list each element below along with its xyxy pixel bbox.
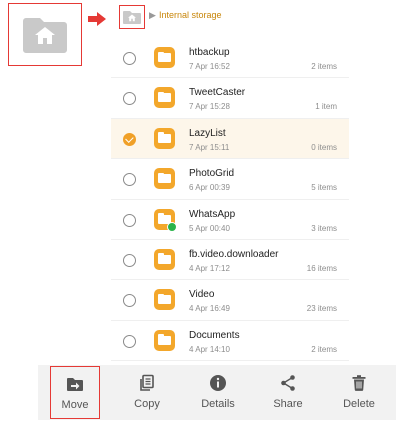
folder-date: 4 Apr 16:49: [189, 304, 230, 314]
breadcrumb-home-button[interactable]: [119, 5, 145, 29]
folder-name: fb.video.downloader: [189, 248, 279, 260]
folder-count: 5 items: [311, 183, 337, 193]
info-icon: [210, 375, 226, 391]
folder-name: htbackup: [189, 47, 230, 58]
chevron-right-icon: ▶: [149, 10, 156, 20]
list-item[interactable]: WhatsApp 5 Apr 00:40 3 items: [111, 200, 349, 240]
breadcrumb: ▶ Internal storage: [111, 0, 349, 34]
folder-name: PhotoGrid: [189, 168, 235, 180]
list-item[interactable]: fb.video.downloader 4 Apr 17:12 16 items: [111, 240, 349, 281]
home-folder-icon: [23, 18, 67, 53]
folder-count: 0 items: [311, 142, 337, 152]
list-item[interactable]: TweetCaster 7 Apr 15:28 1 item: [111, 78, 349, 119]
move-folder-icon: [67, 378, 83, 391]
list-item[interactable]: PhotoGrid 6 Apr 00:39 5 items: [111, 159, 349, 200]
share-label: Share: [273, 398, 303, 410]
red-arrow-icon: [88, 12, 106, 26]
folder-icon: [154, 127, 175, 149]
copy-label: Copy: [134, 398, 160, 410]
folder-count: 23 items: [306, 304, 337, 314]
folder-date: 7 Apr 16:52: [189, 62, 230, 71]
folder-date: 4 Apr 14:10: [189, 344, 230, 354]
copy-button[interactable]: Copy: [114, 365, 180, 420]
details-button[interactable]: Details: [185, 365, 251, 420]
folder-icon: [154, 47, 175, 68]
folder-date: 5 Apr 00:40: [189, 223, 230, 233]
folder-date: 4 Apr 17:12: [189, 263, 230, 273]
move-button[interactable]: Move: [50, 366, 100, 419]
folder-name: LazyList: [189, 127, 226, 139]
folder-count: 2 items: [311, 62, 337, 71]
folder-icon: [154, 289, 175, 311]
select-radio[interactable]: [123, 294, 136, 308]
folder-date: 6 Apr 00:39: [189, 183, 230, 193]
copy-icon: [140, 374, 154, 391]
select-radio[interactable]: [123, 253, 136, 267]
folder-icon: [154, 329, 175, 351]
bottom-action-bar: Move Copy Details Share Delete: [38, 365, 396, 420]
select-radio-checked[interactable]: [123, 132, 136, 146]
share-button[interactable]: Share: [255, 365, 321, 420]
folder-name: WhatsApp: [189, 208, 236, 220]
folder-name: Video: [189, 289, 215, 301]
select-radio[interactable]: [123, 52, 136, 65]
folder-count: 2 items: [311, 344, 337, 354]
delete-label: Delete: [343, 398, 375, 410]
list-item-selected[interactable]: LazyList 7 Apr 15:11 0 items: [111, 118, 349, 160]
folder-icon: [154, 168, 175, 190]
select-radio[interactable]: [123, 213, 136, 227]
folder-icon: [154, 87, 175, 109]
folder-count: 16 items: [306, 263, 337, 273]
home-folder-icon: [123, 11, 141, 24]
details-label: Details: [201, 398, 235, 410]
folder-date: 7 Apr 15:28: [189, 102, 230, 112]
folder-count: 1 item: [315, 102, 337, 112]
folder-name: Documents: [189, 329, 240, 341]
folder-icon: [154, 248, 175, 270]
folder-count: 3 items: [311, 223, 337, 233]
select-radio[interactable]: [123, 173, 136, 187]
select-radio[interactable]: [123, 334, 136, 348]
select-radio[interactable]: [123, 92, 136, 106]
list-item[interactable]: Video 4 Apr 16:49 23 items: [111, 280, 349, 321]
home-icon-callout: [8, 3, 82, 66]
move-label: Move: [61, 399, 89, 411]
folder-name: TweetCaster: [189, 87, 246, 99]
trash-icon: [352, 375, 366, 391]
share-icon: [281, 375, 295, 391]
file-list: htbackup 7 Apr 16:52 2 items TweetCaster…: [111, 38, 349, 362]
file-manager-screen: ▶ Internal storage htbackup 7 Apr 16:52 …: [111, 0, 349, 367]
whatsapp-icon: [167, 221, 177, 232]
delete-button[interactable]: Delete: [326, 365, 392, 420]
list-item[interactable]: Documents 4 Apr 14:10 2 items: [111, 321, 349, 362]
breadcrumb-location[interactable]: Internal storage: [159, 10, 222, 20]
folder-date: 7 Apr 15:11: [189, 142, 230, 152]
list-item[interactable]: htbackup 7 Apr 16:52 2 items: [111, 38, 349, 79]
